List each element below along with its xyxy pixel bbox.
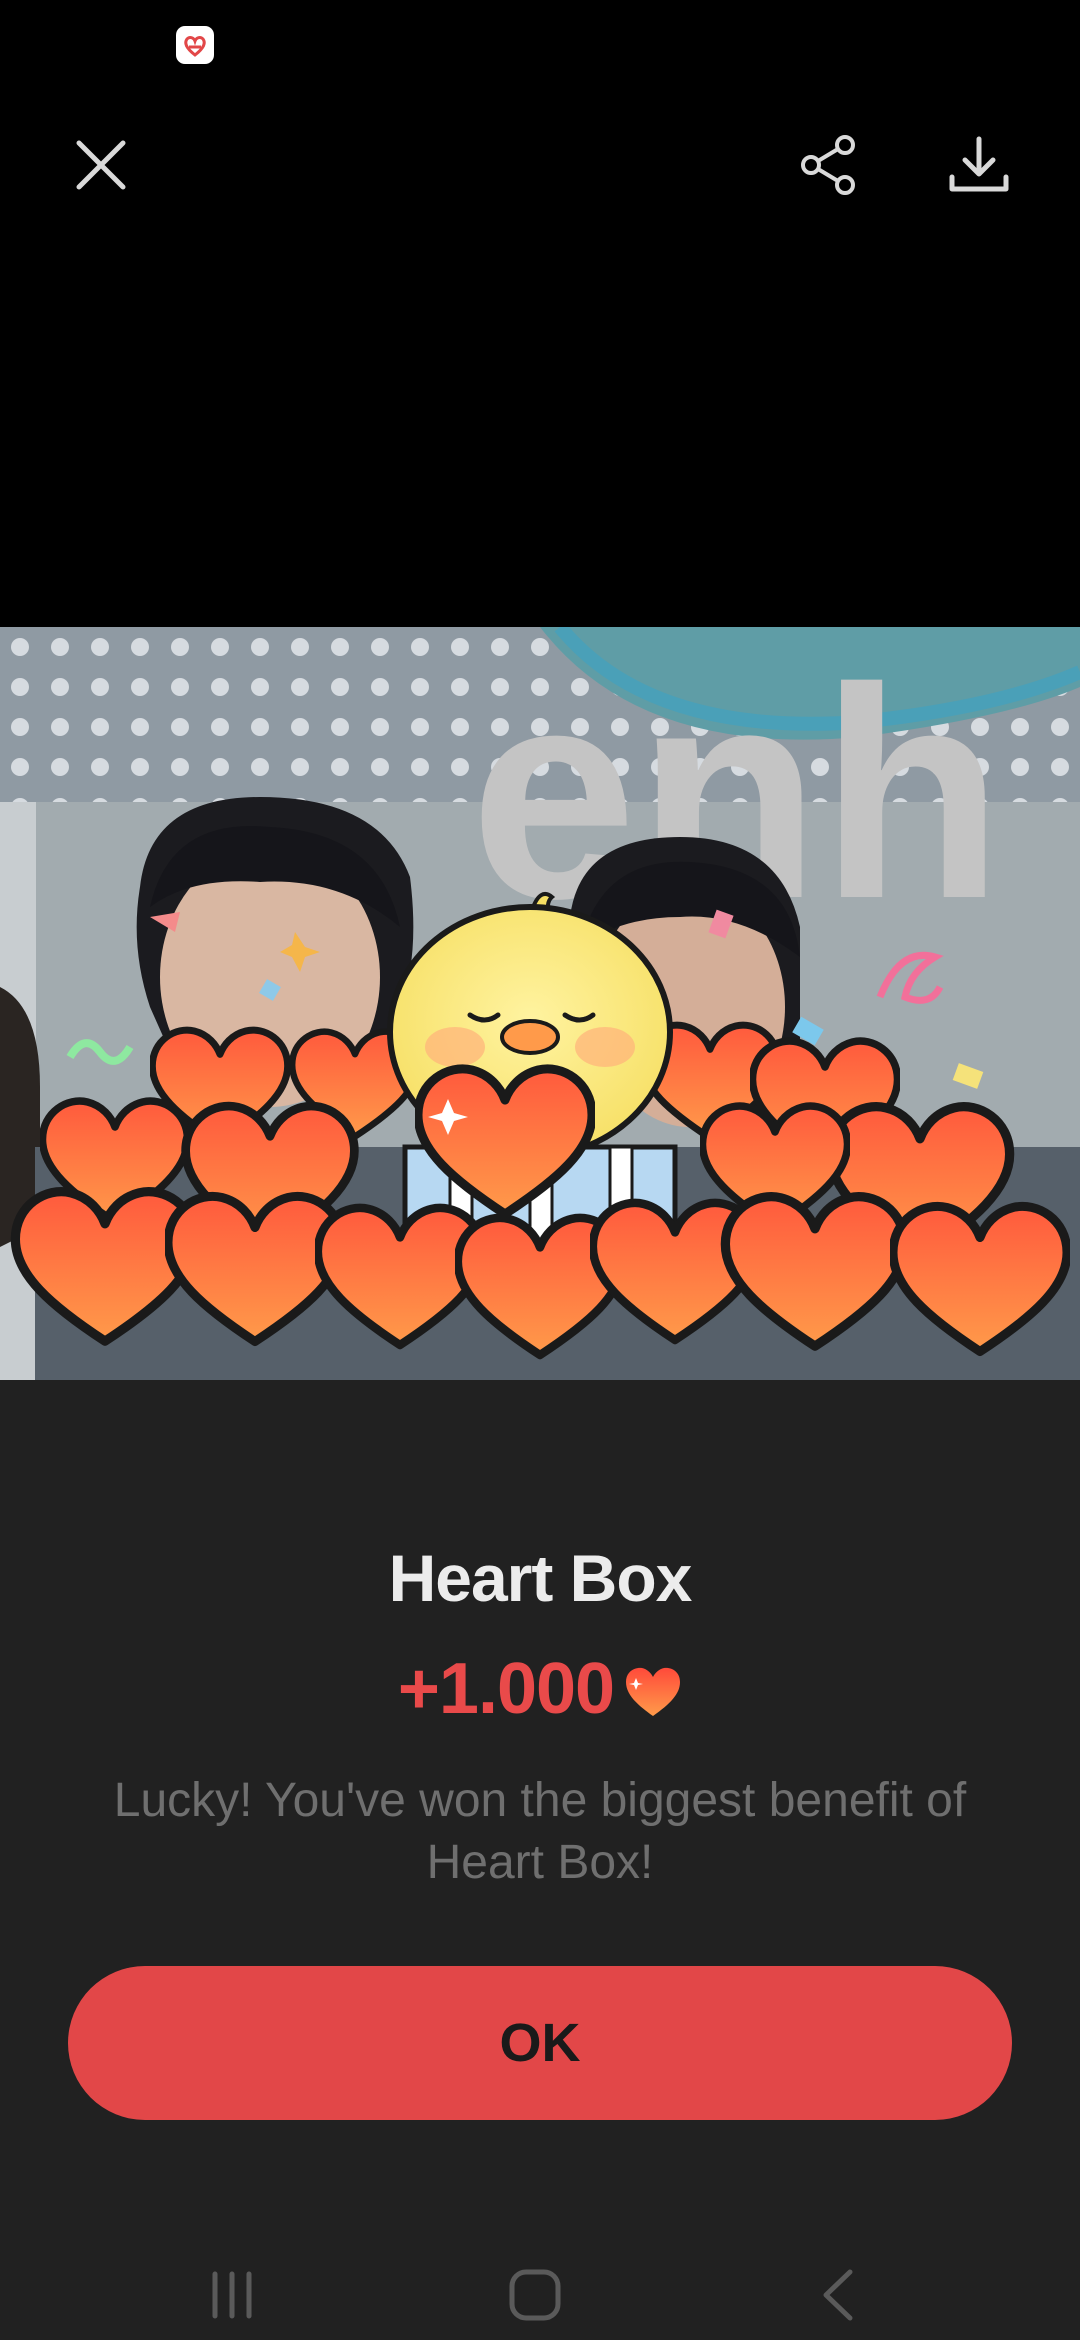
system-navigation-bar xyxy=(0,2250,1080,2340)
reward-message: Lucky! You've won the biggest benefit of… xyxy=(113,1774,967,1889)
download-icon[interactable] xyxy=(924,110,1034,220)
reward-amount: +1.000 xyxy=(397,1649,615,1729)
recents-icon[interactable] xyxy=(162,2250,302,2340)
heart-app-notification-icon xyxy=(176,26,214,64)
reward-row: +1.000 xyxy=(0,1648,1080,1730)
back-icon[interactable] xyxy=(768,2250,908,2340)
home-icon[interactable] xyxy=(465,2250,605,2340)
share-icon[interactable] xyxy=(774,110,884,220)
dialog-title: Heart Box xyxy=(388,1541,693,1615)
top-toolbar xyxy=(0,90,1080,240)
close-icon[interactable] xyxy=(46,110,156,220)
ok-button[interactable]: OK xyxy=(68,1966,1012,2120)
reward-image: enh xyxy=(0,627,1080,1407)
heart-icon xyxy=(624,1666,682,1723)
status-bar xyxy=(0,0,1080,90)
